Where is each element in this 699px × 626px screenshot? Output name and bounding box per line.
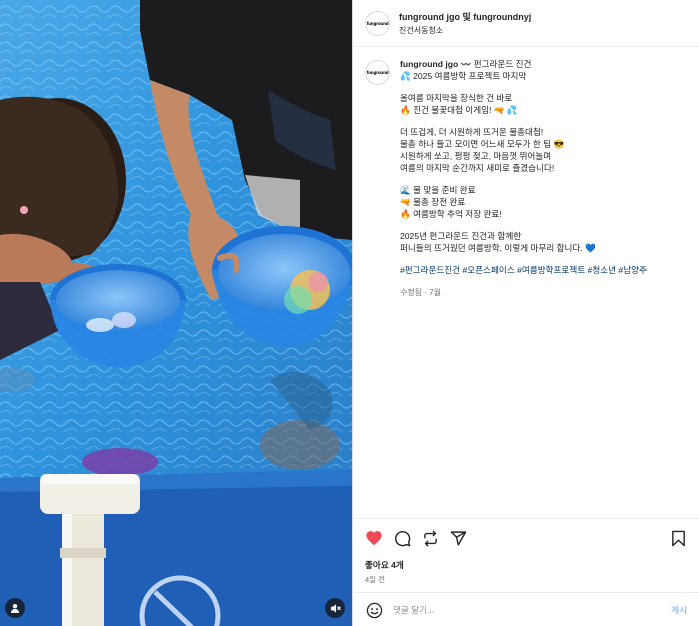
caption-line: 올여름 마지막을 장식한 건 바로 [400, 93, 513, 103]
avatar-logo: funground [366, 20, 389, 26]
caption-line: 물총 하나 들고 모이면 어느새 모두가 한 팀 😎 [400, 139, 565, 149]
caption-line: 🔥 진건 불꽃대첩 이게임! 🔫 💦 [400, 105, 518, 115]
post-side-panel: funground funground jgo 및 fungroundnyj 진… [352, 0, 699, 626]
caption-line: 💦 2025 여름방학 프로젝트 마지막 [400, 71, 527, 81]
like-button[interactable] [365, 529, 383, 547]
bookmark-icon [671, 530, 685, 546]
caption-line: 🔫 물총 장전 완료 [400, 197, 466, 207]
header-text: funground jgo 및 fungroundnyj 진건서동청소 [399, 10, 531, 36]
hashtags[interactable]: #펀그라운드진건 #오픈스페이스 #여름방학프로젝트 #청소년 #남양주 [400, 264, 687, 276]
caption-line: 🔥 여름방학 추억 저장 완료! [400, 209, 502, 219]
share-button[interactable] [449, 529, 467, 547]
action-bar [365, 529, 687, 547]
smiley-icon [366, 602, 382, 618]
comment-icon [394, 530, 410, 546]
caption-line: 퍼니들의 뜨거웠던 여름방학, 이렇게 마무리 합니다. 💙 [400, 243, 596, 253]
mute-button[interactable] [325, 598, 345, 618]
author-names[interactable]: funground jgo 및 fungroundnyj [399, 10, 531, 23]
post-actions: 좋아요 4개 4일 전 게시 [353, 518, 699, 626]
person-icon [11, 604, 19, 613]
repost-icon [423, 530, 437, 546]
save-button[interactable] [669, 529, 687, 547]
heart-icon [366, 531, 382, 546]
post-dialog: funground funground jgo 및 fungroundnyj 진… [0, 0, 699, 626]
caption-line-0: funground jgo 〰️ 펀그라운드 진건 [400, 58, 687, 70]
caption-line: 🌊 물 맞을 준비 완료 [400, 185, 476, 195]
post-date[interactable]: 4일 전 [365, 574, 385, 585]
repost-button[interactable] [421, 529, 439, 547]
video-frame [0, 0, 352, 626]
caption-line: 더 뜨겁게, 더 시원하게 뜨거운 물총대첩! [400, 127, 544, 137]
caption-line: 여름의 마지막 순간까지 새미로 즐겼습니다! [400, 163, 555, 173]
avatar[interactable]: funground [365, 10, 390, 36]
location-label[interactable]: 진건서동청소 [399, 25, 531, 36]
emoji-button[interactable] [365, 601, 383, 619]
comment-input[interactable] [393, 605, 672, 615]
send-icon [450, 530, 466, 546]
post-comment-button[interactable]: 게시 [671, 604, 687, 616]
caption-body: funground jgo 〰️ 펀그라운드 진건 💦 2025 여름방학 프로… [400, 58, 687, 508]
speaker-muted-icon [330, 603, 341, 613]
caption-line: 2025년 펀그라운드 진건과 함께한 [400, 231, 522, 241]
comment-button[interactable] [393, 529, 411, 547]
caption-avatar[interactable]: funground [365, 60, 390, 85]
comment-box: 게시 [353, 592, 699, 626]
caption-meta: 수정됨 · 7월 [400, 288, 441, 297]
post-video[interactable] [0, 0, 352, 626]
caption-line: 시원하게 쏘고, 펑펑 젖고, 마음껏 뛰어놀며 [400, 151, 552, 161]
caption-username[interactable]: funground jgo [400, 59, 458, 69]
tagged-users-button[interactable] [5, 598, 25, 618]
likes-count[interactable]: 좋아요 4개 [365, 559, 404, 571]
avatar-logo: funground [366, 70, 389, 75]
caption-first-line: 〰️ 펀그라운드 진건 [460, 59, 532, 69]
caption-area: funground funground jgo 〰️ 펀그라운드 진건 💦 20… [353, 48, 699, 518]
post-header: funground funground jgo 및 fungroundnyj 진… [353, 0, 699, 47]
